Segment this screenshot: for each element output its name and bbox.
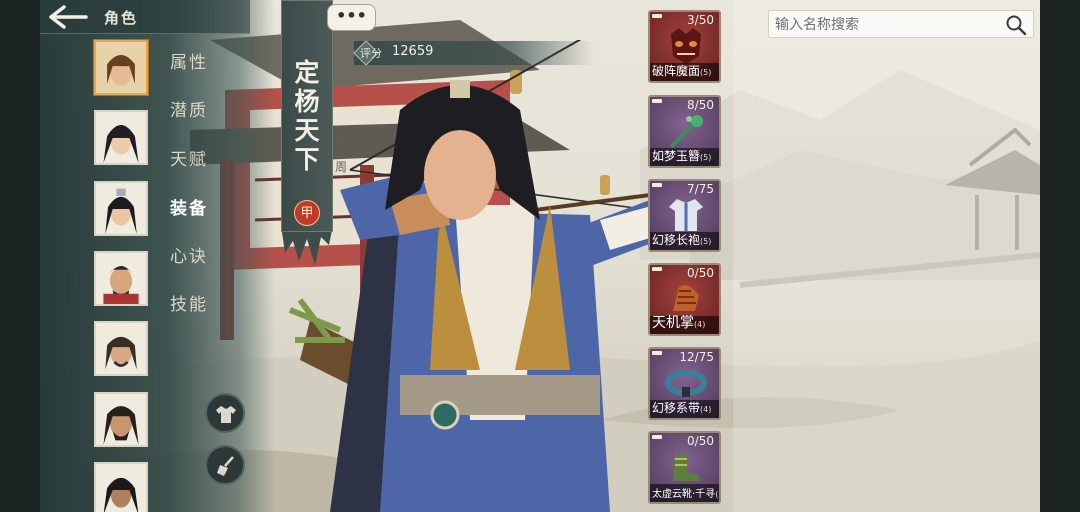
equipment-slot-robe[interactable]: 7/75 幻移长袍(5) <box>648 179 721 252</box>
character-avatar[interactable] <box>94 181 148 236</box>
equipment-slot-mask[interactable]: 3/50 破阵魔面(5) <box>648 10 721 83</box>
search-box[interactable] <box>768 10 1034 38</box>
character-avatar[interactable] <box>94 251 148 306</box>
slot-name: 天机掌(4) <box>652 315 706 331</box>
character-avatar[interactable] <box>94 392 148 447</box>
slot-tab <box>652 267 662 271</box>
page-title: 角色 <box>104 9 139 27</box>
banner-subtitle: 刘武周 <box>334 132 347 174</box>
nav-item-mental-art[interactable]: 心诀 <box>170 242 208 267</box>
jade-hairpin-icon <box>669 115 703 149</box>
more-options-button[interactable]: ••• <box>327 4 376 31</box>
broom-icon <box>217 456 234 476</box>
score-bar: 评分 12659 <box>353 40 594 66</box>
outfit-button[interactable] <box>205 393 245 433</box>
search-input[interactable] <box>775 14 995 36</box>
nav-item-attributes[interactable]: 属性 <box>170 48 208 73</box>
clean-button[interactable] <box>205 445 245 485</box>
demon-mask-icon <box>671 28 701 64</box>
title-banner: 定杨天下 刘武周 甲 <box>281 0 347 268</box>
cloud-boots-icon <box>673 453 699 481</box>
right-screen-edge <box>1040 0 1080 512</box>
left-screen-edge <box>0 0 40 512</box>
slot-tab <box>652 435 662 439</box>
slot-count: 12/75 <box>679 350 714 364</box>
slot-name: 如梦玉簪(5) <box>652 149 712 163</box>
banner-title: 定杨天下 <box>294 58 320 174</box>
grade-badge: 甲 <box>294 200 320 226</box>
character-avatar[interactable] <box>94 321 148 376</box>
slot-tab <box>652 99 662 103</box>
slot-name: 破阵魔面(5) <box>652 64 712 78</box>
slot-name: 幻移系带(4) <box>652 401 712 415</box>
nav-item-talent[interactable]: 天赋 <box>170 145 208 170</box>
sash-belt-icon <box>665 370 707 397</box>
slot-count: 0/50 <box>687 434 714 448</box>
long-robe-icon <box>669 199 703 231</box>
nav-item-potential[interactable]: 潜质 <box>170 96 208 121</box>
character-nav-panel <box>40 0 275 512</box>
character-avatar[interactable] <box>94 40 148 95</box>
nav-item-equipment[interactable]: 装备 <box>170 194 208 219</box>
item-list-panel <box>733 0 1040 512</box>
slot-tab <box>652 14 662 18</box>
equipment-slot-belt[interactable]: 12/75 幻移系带(4) <box>648 347 721 420</box>
slot-name: 幻移长袍(5) <box>652 233 712 247</box>
equipment-slot-boots[interactable]: 0/50 太虚云靴·千寻(5 <box>648 431 721 504</box>
equipment-slot-hairpin[interactable]: 8/50 如梦玉簪(5) <box>648 95 721 168</box>
slot-tab <box>652 183 662 187</box>
slot-count: 3/50 <box>687 13 714 27</box>
slot-count: 0/50 <box>687 266 714 280</box>
slot-count: 8/50 <box>687 98 714 112</box>
slot-name: 太虚云靴·千寻(5 <box>652 489 719 500</box>
shirt-icon <box>216 406 236 423</box>
slot-tab <box>652 351 662 355</box>
nav-item-skills[interactable]: 技能 <box>170 290 208 315</box>
character-avatar[interactable] <box>94 462 148 512</box>
character-avatar[interactable] <box>94 110 148 165</box>
equipment-slot-gauntlet[interactable]: 0/50 天机掌(4) <box>648 263 721 336</box>
slot-count: 7/75 <box>687 182 714 196</box>
back-arrow-icon[interactable] <box>48 4 88 30</box>
search-icon[interactable] <box>1005 14 1027 36</box>
score-value: 12659 <box>392 44 434 59</box>
score-label: 评分 <box>360 47 382 60</box>
